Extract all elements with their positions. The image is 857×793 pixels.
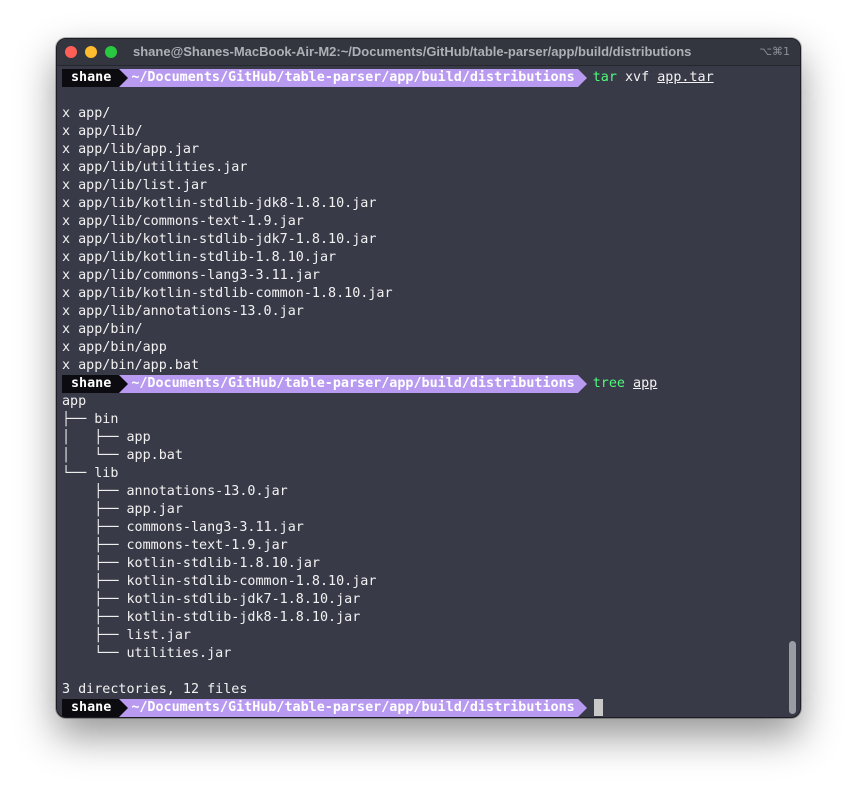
command-target: app.tar xyxy=(657,70,714,85)
tree-output-line: └── lib xyxy=(62,466,119,481)
prompt-end-icon xyxy=(577,375,587,393)
tree-output-line: app xyxy=(62,394,87,409)
prompt-path: ~/Documents/GitHub/table-parser/app/buil… xyxy=(128,699,578,717)
zoom-window-button[interactable] xyxy=(105,46,117,58)
tar-output-line: x app/lib/kotlin-stdlib-jdk8-1.8.10.jar xyxy=(62,196,377,211)
prompt-end-icon xyxy=(577,69,587,87)
tree-output-line: ├── kotlin-stdlib-common-1.8.10.jar xyxy=(62,574,377,589)
command-args: xvf xyxy=(624,70,650,85)
prompt-user: shane xyxy=(62,375,120,393)
prompt-separator-icon xyxy=(119,699,129,717)
tree-output-line: ├── kotlin-stdlib-1.8.10.jar xyxy=(62,556,320,571)
tar-output-line: x app/lib/commons-text-1.9.jar xyxy=(62,214,304,229)
tree-output-line: ├── app.jar xyxy=(62,502,183,517)
prompt-separator-icon xyxy=(119,69,129,87)
tar-output-line: x app/lib/kotlin-stdlib-jdk7-1.8.10.jar xyxy=(62,232,377,247)
tree-output-line: ├── annotations-13.0.jar xyxy=(62,484,288,499)
tar-output-line: x app/lib/kotlin-stdlib-common-1.8.10.ja… xyxy=(62,286,393,301)
command-text: tar xvf app.tar xyxy=(587,69,714,87)
tree-output-line: └── utilities.jar xyxy=(62,646,232,661)
tar-output-line: x app/lib/kotlin-stdlib-1.8.10.jar xyxy=(62,250,337,265)
tree-output-line: ├── commons-lang3-3.11.jar xyxy=(62,520,304,535)
close-window-button[interactable] xyxy=(65,46,77,58)
tree-output: app ├── bin │ ├── app │ └── app.bat └── lib … xyxy=(62,393,782,663)
terminal-window: shane@Shanes-MacBook-Air-M2:~/Documents/… xyxy=(56,38,801,718)
command-name: tar xyxy=(592,70,617,85)
tar-output-line: x app/lib/app.jar xyxy=(62,142,200,157)
prompt-end-icon xyxy=(577,699,587,717)
tree-output-line: │ └── app.bat xyxy=(62,448,183,463)
tar-output-line: x app/bin/app xyxy=(62,340,167,355)
minimize-window-button[interactable] xyxy=(85,46,97,58)
tree-output-line: ├── kotlin-stdlib-jdk7-1.8.10.jar xyxy=(62,592,361,607)
window-title: shane@Shanes-MacBook-Air-M2:~/Documents/… xyxy=(133,44,692,59)
command-target: app xyxy=(633,376,658,391)
tar-output-line: x app/bin/ xyxy=(62,322,143,337)
tree-output-line: ├── kotlin-stdlib-jdk8-1.8.10.jar xyxy=(62,610,361,625)
tar-output: x app/x app/lib/x app/lib/app.jar x app/l… xyxy=(62,105,782,375)
prompt-user: shane xyxy=(62,699,120,717)
prompt-separator-icon xyxy=(119,375,129,393)
window-shortcut: ⌥⌘1 xyxy=(759,45,790,58)
tar-output-line: x app/bin/app.bat xyxy=(62,358,200,373)
tree-output-line: ├── commons-text-1.9.jar xyxy=(62,538,288,553)
tree-output-line: ├── bin xyxy=(62,412,119,427)
tree-output-line: ├── list.jar xyxy=(62,628,191,643)
command-text: tree app xyxy=(587,375,658,393)
tar-output-line: x app/lib/commons-lang3-3.11.jar xyxy=(62,268,320,283)
tree-summary: 3 directories, 12 files xyxy=(62,682,248,697)
prompt-user: shane xyxy=(62,69,120,87)
title-bar: shane@Shanes-MacBook-Air-M2:~/Documents/… xyxy=(57,39,800,66)
tar-output-line: x app/ xyxy=(62,106,111,121)
prompt-path: ~/Documents/GitHub/table-parser/app/buil… xyxy=(128,69,578,87)
terminal-content[interactable]: shane ~/Documents/GitHub/table-parser/ap… xyxy=(62,69,782,717)
tar-output-line: x app/lib/utilities.jar xyxy=(62,160,248,175)
tar-output-line: x app/lib/ xyxy=(62,124,143,139)
tree-output-line: │ ├── app xyxy=(62,430,151,445)
text-cursor[interactable] xyxy=(593,699,603,716)
prompt-path: ~/Documents/GitHub/table-parser/app/buil… xyxy=(128,375,578,393)
prompt-line: shane ~/Documents/GitHub/table-parser/ap… xyxy=(62,699,782,717)
command-name: tree xyxy=(592,376,625,391)
prompt-line: shane ~/Documents/GitHub/table-parser/ap… xyxy=(62,69,782,87)
prompt-line: shane ~/Documents/GitHub/table-parser/ap… xyxy=(62,375,782,393)
tar-output-line: x app/lib/list.jar xyxy=(62,178,208,193)
tar-output-line: x app/lib/annotations-13.0.jar xyxy=(62,304,304,319)
scrollbar-thumb[interactable] xyxy=(789,641,796,714)
